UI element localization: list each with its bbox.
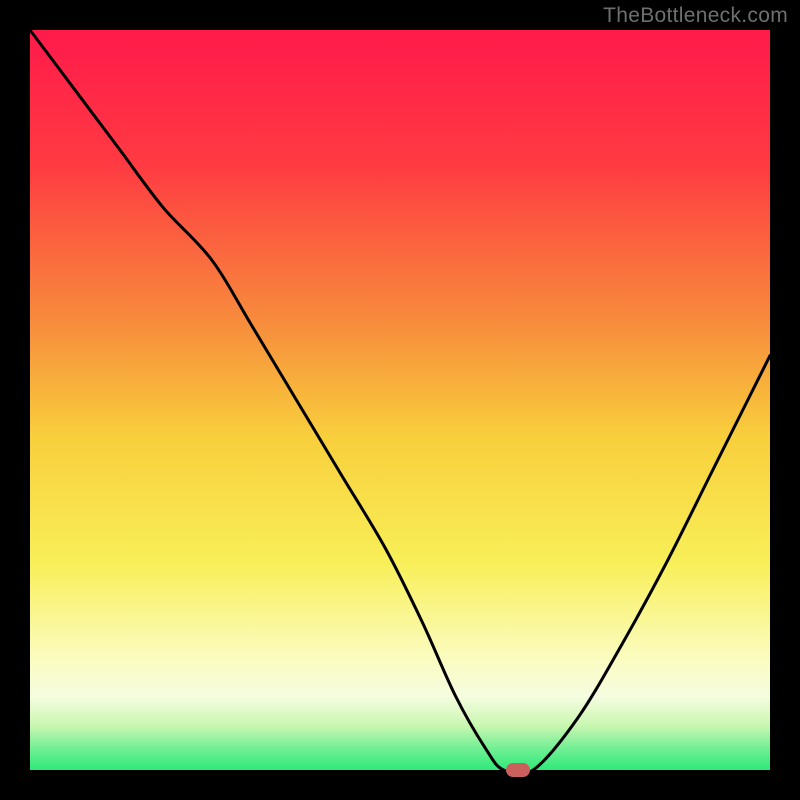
chart-frame: TheBottleneck.com — [0, 0, 800, 800]
watermark-text: TheBottleneck.com — [603, 4, 788, 28]
chart-plot-area — [30, 30, 770, 770]
gradient-background — [30, 30, 770, 770]
optimal-point-marker — [506, 763, 530, 777]
